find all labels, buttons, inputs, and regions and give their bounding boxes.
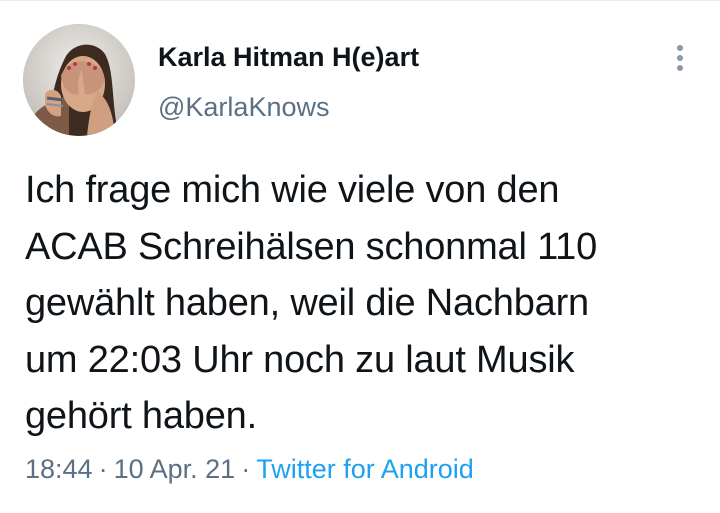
more-vertical-icon — [677, 45, 683, 71]
top-divider — [0, 0, 720, 1]
user-handle[interactable]: @KarlaKnows — [158, 90, 329, 124]
tweet-text-line: gewählt haben, weil die Nachbarn — [25, 282, 589, 324]
tweet-text-line: Ich frage mich wie viele von den — [25, 169, 560, 211]
tweet-text-line: gehört haben. — [25, 395, 257, 437]
display-name[interactable]: Karla Hitman H(e)art — [158, 40, 419, 74]
avatar[interactable] — [23, 24, 135, 136]
tweet-card: Karla Hitman H(e)art @KarlaKnows Ich fra… — [0, 0, 720, 513]
meta-separator: · — [241, 454, 251, 484]
tweet-source-link[interactable]: Twitter for Android — [256, 454, 474, 484]
meta-separator: · — [98, 454, 108, 484]
more-options-button[interactable] — [665, 40, 695, 76]
tweet-date[interactable]: 10 Apr. 21 — [114, 454, 236, 484]
tweet-text: Ich frage mich wie viele von den ACAB Sc… — [25, 162, 705, 445]
tweet-text-line: um 22:03 Uhr noch zu laut Musik — [25, 338, 575, 381]
tweet-meta: 18:44 · 10 Apr. 21 · Twitter for Android — [25, 452, 474, 486]
tweet-text-line: ACAB Schreihälsen schonmal 110 — [25, 225, 598, 268]
tweet-time[interactable]: 18:44 — [25, 454, 93, 484]
avatar-image — [23, 24, 135, 136]
